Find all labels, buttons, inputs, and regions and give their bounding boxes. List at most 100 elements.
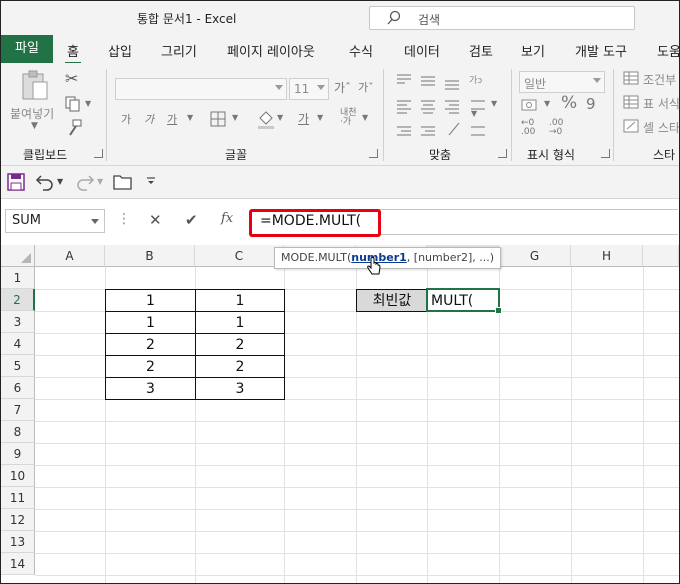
format-as-table-label[interactable]: 표 서식: [643, 95, 679, 112]
tab-formulas[interactable]: 수식: [349, 41, 373, 60]
launcher-icon[interactable]: [498, 149, 507, 158]
formula-bar-grip[interactable]: ⋮: [117, 211, 131, 227]
svg-text:가ↄ: 가ↄ: [469, 75, 482, 86]
customize-qat-icon[interactable]: [146, 176, 156, 186]
table-cell[interactable]: 3: [195, 377, 285, 400]
increase-font-icon[interactable]: 가ˆ: [334, 79, 351, 96]
chevron-down-icon[interactable]: ▼: [97, 177, 103, 186]
search-box[interactable]: 검색: [369, 6, 635, 30]
table-cell[interactable]: 2: [105, 333, 196, 356]
paste-icon[interactable]: [19, 69, 51, 103]
tab-review[interactable]: 검토: [469, 41, 493, 60]
underline-icon[interactable]: 가: [167, 111, 177, 127]
row-header[interactable]: 6: [1, 377, 35, 399]
row-header[interactable]: 7: [1, 399, 35, 421]
launcher-icon[interactable]: [369, 149, 378, 158]
paste-label[interactable]: 붙여넣기: [10, 105, 54, 122]
format-painter-icon[interactable]: [65, 119, 83, 137]
tab-view[interactable]: 보기: [521, 41, 545, 60]
number-format-dropdown[interactable]: 일반: [519, 71, 605, 93]
row-header[interactable]: 5: [1, 355, 35, 377]
chevron-down-icon[interactable]: ▼: [57, 177, 63, 186]
tooltip-function-name[interactable]: MODE.MULT(: [281, 251, 351, 264]
launcher-icon[interactable]: [94, 149, 103, 158]
decrease-font-icon[interactable]: 가ˇ: [358, 79, 374, 95]
column-header[interactable]: G: [499, 245, 571, 267]
enter-icon[interactable]: ✔: [185, 211, 198, 229]
tab-home[interactable]: 홈: [65, 41, 81, 65]
conditional-format-label[interactable]: 조건부: [643, 71, 676, 88]
column-header[interactable]: B: [105, 245, 195, 267]
table-cell[interactable]: 1: [105, 289, 196, 312]
column-header[interactable]: A: [35, 245, 105, 267]
insert-function-button[interactable]: fx: [221, 211, 233, 226]
borders-icon[interactable]: [209, 110, 227, 128]
copy-icon[interactable]: [64, 95, 84, 113]
cut-icon[interactable]: ✂: [65, 69, 78, 88]
row-header[interactable]: 9: [1, 443, 35, 465]
chevron-down-icon: ▼: [491, 99, 498, 108]
font-name-dropdown[interactable]: [115, 78, 287, 100]
fill-color-icon[interactable]: [256, 108, 276, 130]
accounting-format-icon[interactable]: [521, 97, 543, 113]
worksheet-grid[interactable]: A B C D E F G H 1 2 3 4 5 6 7 8 9 10 11 …: [1, 245, 679, 583]
mode-label-cell[interactable]: 최빈값: [356, 289, 428, 312]
decrease-decimal-icon[interactable]: .00 →0: [549, 119, 563, 137]
table-cell[interactable]: 2: [195, 333, 285, 356]
italic-icon[interactable]: 가: [144, 111, 154, 127]
save-icon[interactable]: [7, 173, 25, 191]
increase-decimal-icon[interactable]: ←0.00: [521, 119, 535, 137]
table-cell[interactable]: 1: [105, 311, 196, 334]
phonetic-icon[interactable]: 내천 ·가: [340, 109, 357, 127]
table-cell[interactable]: 1: [195, 289, 285, 312]
row-header[interactable]: 11: [1, 487, 35, 509]
undo-icon[interactable]: [35, 172, 55, 192]
tab-data[interactable]: 데이터: [404, 41, 440, 60]
cancel-icon[interactable]: ✕: [149, 211, 162, 229]
comma-style-icon[interactable]: 9: [586, 95, 596, 113]
row-header[interactable]: 14: [1, 553, 35, 575]
table-cell[interactable]: 3: [105, 377, 196, 400]
tab-help[interactable]: 도움: [657, 41, 679, 60]
chevron-down-icon[interactable]: [91, 219, 99, 224]
fill-handle[interactable]: [495, 307, 502, 314]
row-header[interactable]: 3: [1, 311, 35, 333]
tab-developer[interactable]: 개발 도구: [575, 41, 627, 60]
conditional-format-icon[interactable]: [623, 71, 639, 85]
launcher-icon[interactable]: [601, 149, 610, 158]
column-header-empty[interactable]: [643, 245, 679, 267]
percent-icon[interactable]: %: [561, 93, 577, 113]
row-header[interactable]: 2: [1, 289, 35, 311]
format-as-table-icon[interactable]: [623, 95, 639, 109]
gridline: [35, 531, 679, 532]
gridline: [35, 421, 679, 422]
cell-styles-icon[interactable]: [623, 119, 639, 133]
row-header[interactable]: 12: [1, 509, 35, 531]
active-cell[interactable]: MULT(: [426, 288, 502, 314]
redo-icon[interactable]: [75, 172, 95, 192]
table-cell[interactable]: 2: [195, 355, 285, 378]
cell-styles-label[interactable]: 셀 스타: [643, 119, 679, 136]
formula-highlight: [249, 209, 381, 237]
alignment-icons[interactable]: 가ↄ: [395, 71, 505, 141]
row-header[interactable]: 1: [1, 267, 35, 289]
column-header[interactable]: C: [195, 245, 284, 267]
tab-draw[interactable]: 그리기: [161, 41, 197, 60]
row-header[interactable]: 13: [1, 531, 35, 553]
open-folder-icon[interactable]: [113, 174, 133, 190]
tab-insert[interactable]: 삽입: [108, 41, 132, 60]
table-cell[interactable]: 1: [195, 311, 285, 334]
row-header[interactable]: 4: [1, 333, 35, 355]
tab-page-layout[interactable]: 페이지 레이아웃: [227, 41, 315, 60]
row-header[interactable]: 8: [1, 421, 35, 443]
table-cell[interactable]: 2: [105, 355, 196, 378]
font-color-icon[interactable]: 가: [298, 110, 309, 127]
tab-file[interactable]: 파일: [1, 35, 53, 63]
column-header[interactable]: H: [571, 245, 643, 267]
row-header[interactable]: 10: [1, 465, 35, 487]
name-box[interactable]: SUM: [5, 209, 105, 233]
select-all-button[interactable]: [1, 245, 35, 267]
bold-icon[interactable]: 가: [121, 111, 131, 127]
font-size-dropdown[interactable]: 11: [289, 78, 329, 100]
window-title: 통합 문서1 - Excel: [137, 12, 237, 26]
